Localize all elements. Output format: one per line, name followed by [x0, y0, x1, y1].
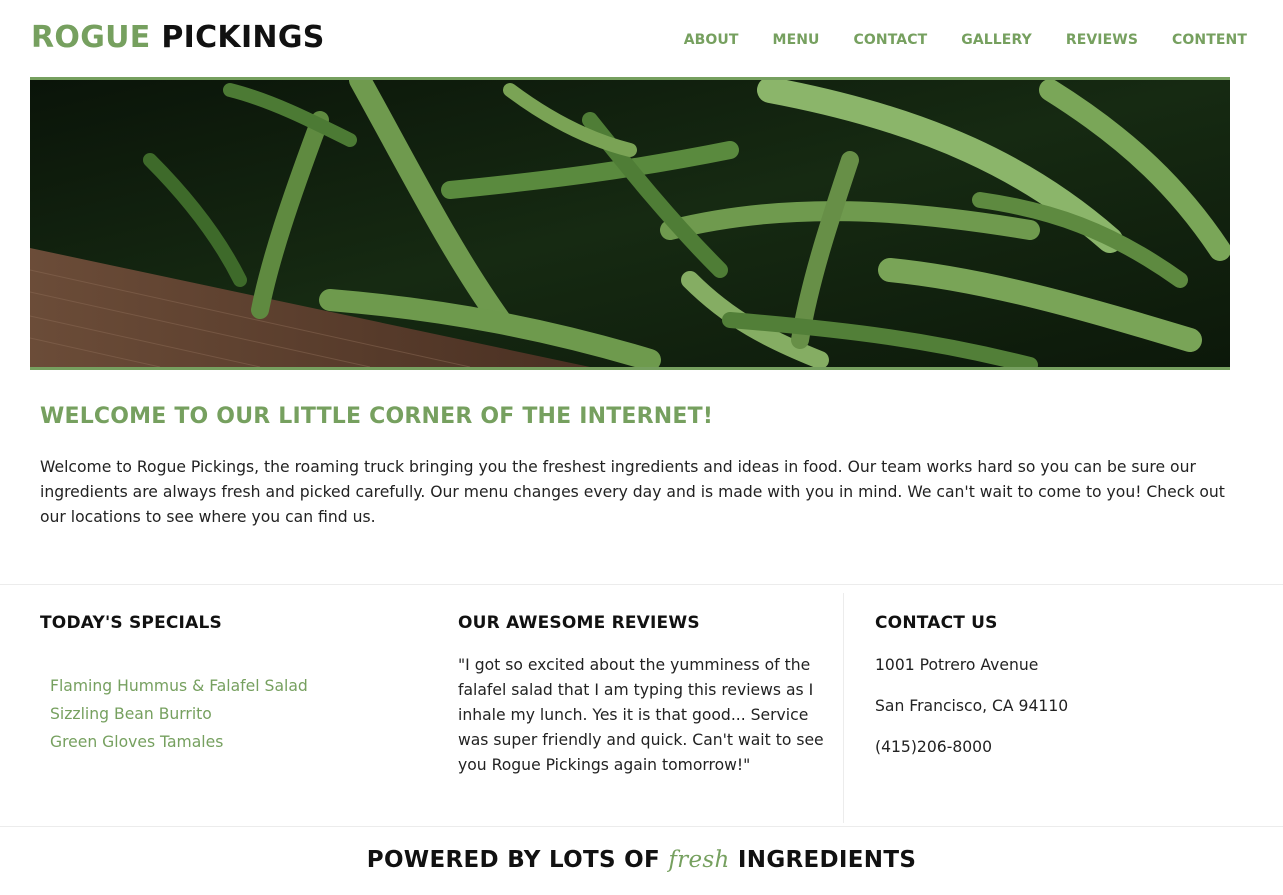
logo-part-pickings: PICKINGS [161, 20, 325, 55]
contact-city: San Francisco, CA 94110 [875, 697, 1069, 715]
site-logo[interactable]: ROGUE PICKINGS [31, 19, 325, 57]
main-nav: ABOUT MENU CONTACT GALLERY REVIEWS CONTE… [684, 30, 1247, 50]
contact-section: CONTACT US 1001 Potrero Avenue San Franc… [875, 611, 1068, 758]
special-item[interactable]: Flaming Hummus & Falafel Salad [50, 672, 308, 700]
specials-section: TODAY'S SPECIALS Flaming Hummus & Falafe… [40, 611, 308, 756]
specials-title: TODAY'S SPECIALS [40, 613, 222, 633]
green-beans-photo [30, 80, 1230, 367]
footer-text-after: INGREDIENTS [737, 847, 917, 873]
footer-text-before: POWERED BY LOTS OF [366, 847, 661, 873]
nav-content[interactable]: CONTENT [1172, 30, 1247, 50]
nav-about[interactable]: ABOUT [684, 30, 739, 50]
section-divider-top [0, 584, 1283, 585]
welcome-title: WELCOME TO OUR LITTLE CORNER OF THE INTE… [40, 404, 714, 429]
nav-contact[interactable]: CONTACT [854, 30, 928, 50]
reviews-section: OUR AWESOME REVIEWS "I got so excited ab… [458, 611, 828, 778]
specials-list: Flaming Hummus & Falafel Salad Sizzling … [40, 672, 308, 756]
welcome-text: Welcome to Rogue Pickings, the roaming t… [40, 458, 1225, 526]
contact-street: 1001 Potrero Avenue [875, 656, 1039, 674]
hero-image [30, 77, 1230, 370]
column-divider [843, 593, 844, 823]
footer-fresh: fresh [668, 847, 730, 873]
nav-menu[interactable]: MENU [773, 30, 820, 50]
nav-gallery[interactable]: GALLERY [961, 30, 1032, 50]
contact-title: CONTACT US [875, 613, 998, 633]
contact-phone[interactable]: (415)206-8000 [875, 736, 1068, 758]
footer-tagline: POWERED BY LOTS OF fresh INGREDIENTS [0, 843, 1283, 877]
logo-part-rogue: ROGUE [31, 20, 151, 55]
review-quote: "I got so excited about the yumminess of… [458, 656, 824, 774]
nav-reviews[interactable]: REVIEWS [1066, 30, 1138, 50]
special-item[interactable]: Green Gloves Tamales [50, 728, 308, 756]
section-divider-bottom [0, 826, 1283, 827]
reviews-title: OUR AWESOME REVIEWS [458, 613, 700, 633]
site-header: ROGUE PICKINGS ABOUT MENU CONTACT GALLER… [0, 0, 1283, 78]
special-item[interactable]: Sizzling Bean Burrito [50, 700, 308, 728]
